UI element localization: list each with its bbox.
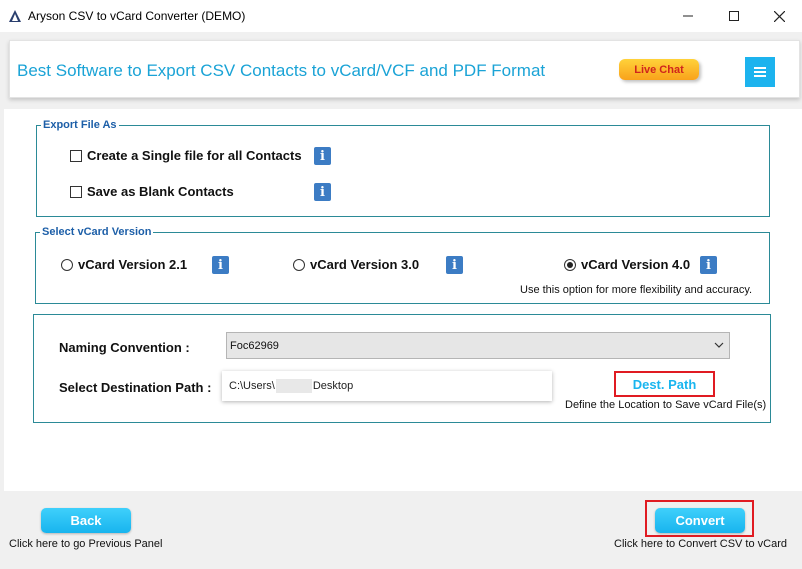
vcard-40-radio[interactable]: [564, 258, 576, 271]
vcard-21-option[interactable]: vCard Version 2.1: [61, 257, 187, 272]
single-file-info-icon[interactable]: i: [314, 147, 331, 165]
destination-path-input[interactable]: C:\Users\ Desktop: [222, 371, 552, 401]
vcard-21-info-icon[interactable]: i: [212, 256, 229, 274]
vcard-30-label: vCard Version 3.0: [310, 257, 420, 272]
version-group-legend: Select vCard Version: [42, 226, 152, 238]
redacted-username: [275, 379, 312, 393]
close-icon: [773, 10, 785, 22]
export-group-legend: Export File As: [43, 119, 117, 131]
convert-button[interactable]: Convert: [655, 508, 745, 533]
minimize-button[interactable]: [665, 0, 711, 32]
convert-hint: Click here to Convert CSV to vCard: [614, 538, 788, 550]
dest-path-button[interactable]: Dest. Path: [614, 371, 715, 397]
single-file-option[interactable]: Create a Single file for all Contacts: [70, 148, 302, 163]
vcard-21-radio[interactable]: [61, 258, 73, 271]
vcard-30-info-icon[interactable]: i: [446, 256, 463, 274]
main-panel: Export File As Create a Single file for …: [4, 109, 802, 491]
path-suffix: Desktop: [312, 380, 354, 392]
vcard-30-option[interactable]: vCard Version 3.0: [293, 257, 419, 272]
header-banner: Best Software to Export CSV Contacts to …: [9, 40, 800, 98]
vcard-40-option[interactable]: vCard Version 4.0: [564, 257, 690, 272]
export-file-group: Export File As: [36, 119, 770, 217]
back-button[interactable]: Back: [41, 508, 131, 533]
title-bar: Aryson CSV to vCard Converter (DEMO): [0, 0, 802, 32]
hamburger-icon: [754, 67, 766, 77]
path-prefix: C:\Users\: [229, 380, 275, 392]
vcard-30-radio[interactable]: [293, 258, 305, 271]
chevron-down-icon: [714, 342, 724, 348]
window-title: Aryson CSV to vCard Converter (DEMO): [28, 9, 246, 23]
dest-path-hint: Define the Location to Save vCard File(s…: [565, 399, 767, 411]
single-file-label: Create a Single file for all Contacts: [87, 148, 302, 163]
single-file-checkbox[interactable]: [70, 149, 82, 162]
back-hint: Click here to go Previous Panel: [9, 538, 163, 550]
minimize-icon: [683, 15, 693, 17]
close-button[interactable]: [756, 0, 802, 32]
naming-convention-label: Naming Convention :: [59, 340, 190, 355]
naming-convention-select[interactable]: Foc62969: [226, 332, 730, 359]
maximize-button[interactable]: [711, 0, 757, 32]
destination-path-label: Select Destination Path :: [59, 380, 212, 395]
vcard-40-label: vCard Version 4.0: [581, 257, 691, 272]
vcard-21-label: vCard Version 2.1: [78, 257, 188, 272]
blank-contacts-option[interactable]: Save as Blank Contacts: [70, 184, 234, 199]
blank-contacts-label: Save as Blank Contacts: [87, 184, 234, 199]
vcard-40-info-icon[interactable]: i: [700, 256, 717, 274]
vcard-version-hint: Use this option for more flexibility and…: [520, 284, 753, 296]
menu-button[interactable]: [745, 57, 775, 87]
live-chat-button[interactable]: Live Chat: [619, 59, 699, 80]
banner-headline: Best Software to Export CSV Contacts to …: [17, 61, 546, 80]
app-logo-icon: [9, 10, 21, 22]
blank-contacts-checkbox[interactable]: [70, 185, 82, 198]
naming-convention-value: Foc62969: [230, 339, 279, 352]
maximize-icon: [729, 11, 739, 21]
blank-contacts-info-icon[interactable]: i: [314, 183, 331, 201]
